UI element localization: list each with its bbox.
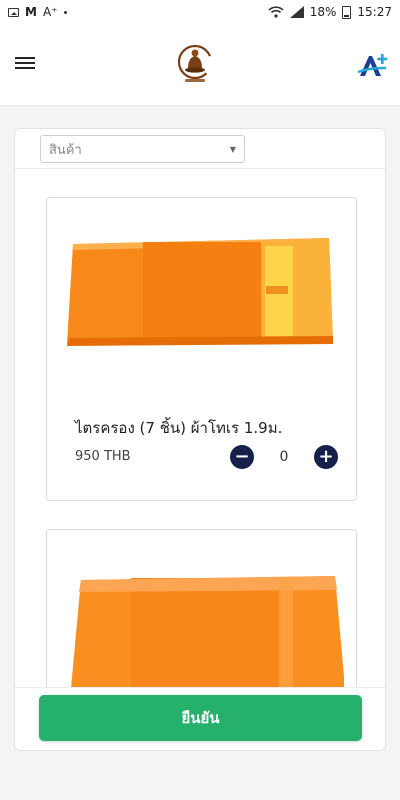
product-image <box>67 238 333 346</box>
app-header <box>0 24 400 106</box>
quantity-value: 0 <box>279 449 289 465</box>
menu-icon[interactable] <box>15 57 35 71</box>
status-left: M A⁺ <box>8 5 67 19</box>
wifi-icon <box>268 6 284 18</box>
minus-icon: − <box>234 446 250 467</box>
product-name: ไตรครอง (7 ชิ้น) ผ้าโทเร 1.9ม. <box>75 419 283 437</box>
temple-logo <box>177 44 213 82</box>
product-price: 950 THB <box>75 449 131 464</box>
signal-icon <box>289 6 304 18</box>
status-right: 18% 15:27 <box>268 5 392 19</box>
filter-bar: สินค้า ▼ <box>15 129 385 169</box>
battery-percent: 18% <box>309 5 337 19</box>
increase-quantity-button[interactable]: + <box>314 445 338 469</box>
chevron-down-icon: ▼ <box>229 144 236 154</box>
quantity-stepper: − 0 + <box>230 444 338 470</box>
gmail-icon: M <box>25 5 37 19</box>
footer-area: ยืนยัน <box>15 687 385 750</box>
plus-icon: + <box>318 446 334 467</box>
confirm-button[interactable]: ยืนยัน <box>39 695 362 741</box>
battery-icon <box>342 5 352 19</box>
font-size-icon[interactable] <box>356 52 390 80</box>
dot-icon <box>63 10 67 14</box>
image-icon <box>8 7 19 17</box>
category-select[interactable]: สินค้า ▼ <box>40 135 245 163</box>
decrease-quantity-button[interactable]: − <box>230 445 254 469</box>
product-image <box>71 576 344 687</box>
product-card[interactable] <box>46 529 357 687</box>
product-list: ไตรครอง (7 ชิ้น) ผ้าโทเร 1.9ม. 950 THB −… <box>15 169 385 687</box>
main-card: สินค้า ▼ ไตรครอง (7 ชิ้น) ผ้าโทเร 1.9ม. … <box>14 128 386 751</box>
font-icon: A⁺ <box>42 5 58 19</box>
status-bar: M A⁺ 18% 15:27 <box>0 0 400 24</box>
product-card[interactable]: ไตรครอง (7 ชิ้น) ผ้าโทเร 1.9ม. 950 THB −… <box>46 197 357 501</box>
status-time: 15:27 <box>357 5 392 19</box>
category-select-value: สินค้า <box>49 142 82 158</box>
